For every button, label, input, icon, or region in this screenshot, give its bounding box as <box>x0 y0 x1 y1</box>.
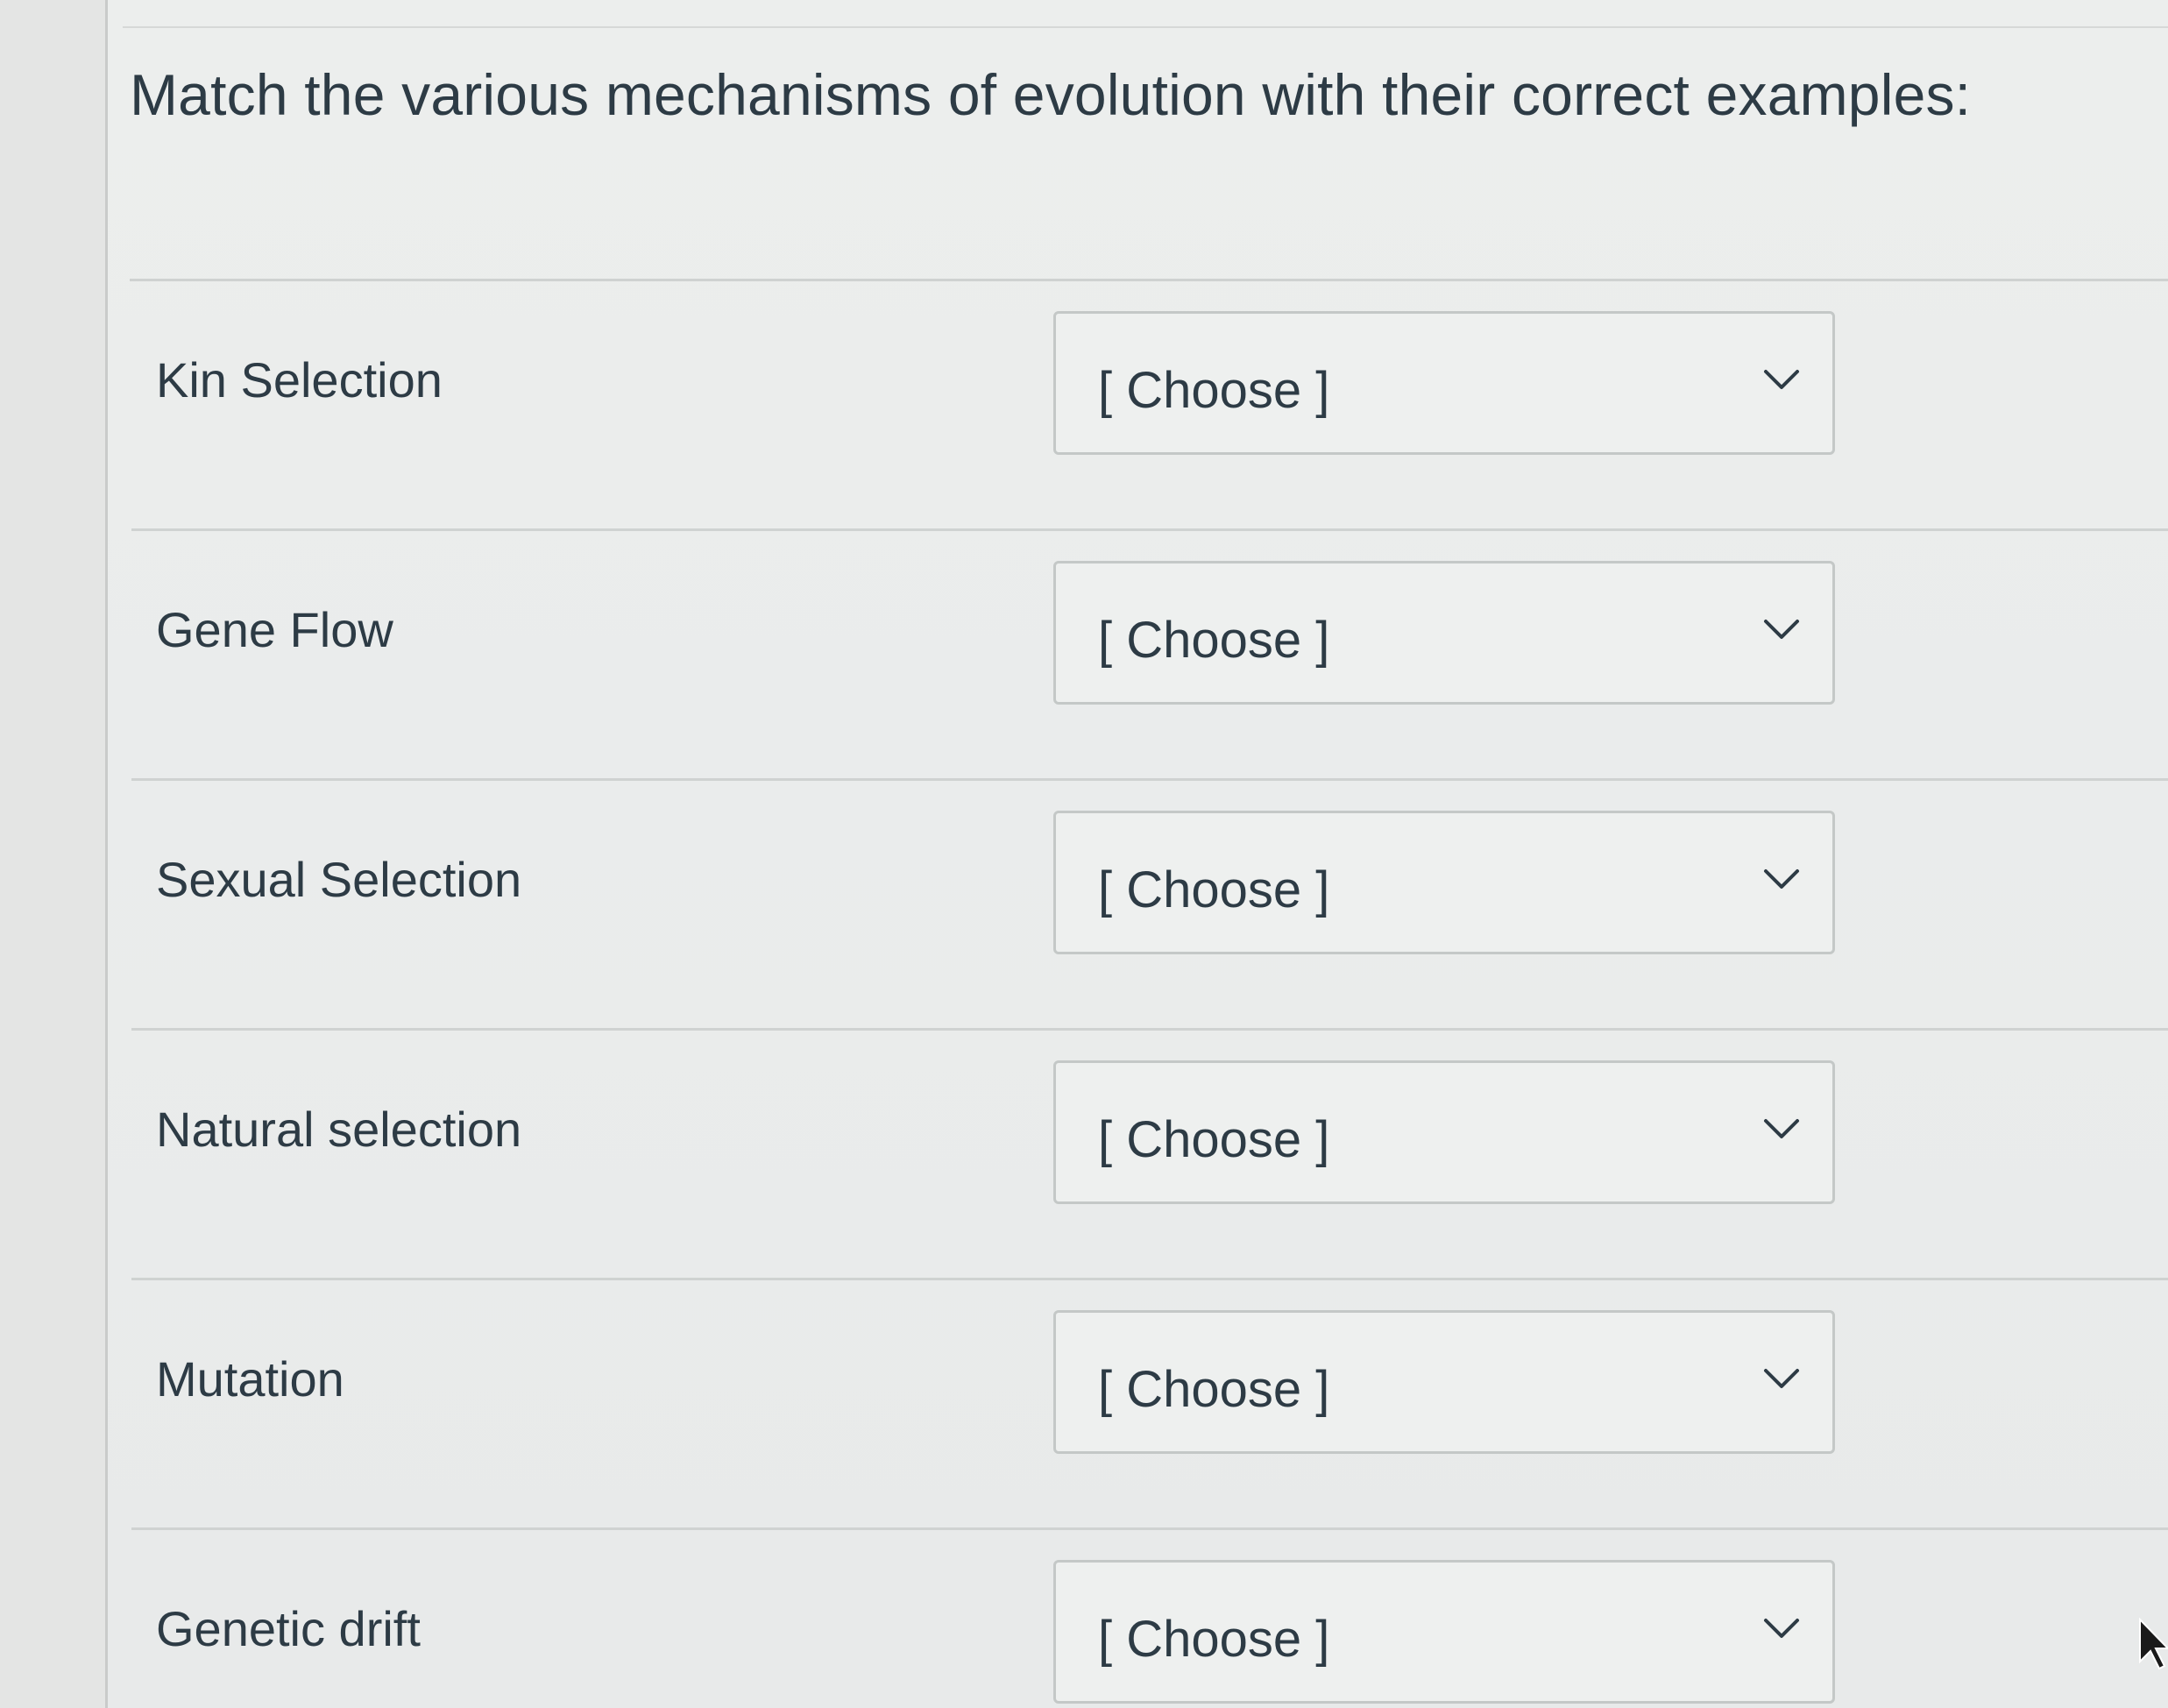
left-sidebar-rail <box>0 0 108 1708</box>
dropdown-selected-value: [ Choose ] <box>1098 612 1330 669</box>
mouse-cursor-icon <box>2139 1618 2168 1670</box>
match-row-mutation: Mutation [ Choose ] <box>131 1280 2168 1530</box>
answer-dropdown[interactable]: [ Choose ] <box>1053 811 1835 954</box>
answer-dropdown[interactable]: [ Choose ] <box>1053 311 1835 455</box>
match-row-label: Natural selection <box>156 1102 522 1157</box>
question-prompt: Match the various mechanisms of evolutio… <box>130 62 1972 127</box>
chevron-down-icon <box>1764 370 1799 389</box>
match-row-label: Sexual Selection <box>156 852 522 907</box>
chevron-down-icon <box>1764 1619 1799 1638</box>
quiz-page: Match the various mechanisms of evolutio… <box>0 0 2168 1708</box>
match-row-kin-selection: Kin Selection [ Choose ] <box>131 281 2168 531</box>
top-divider <box>123 26 2168 28</box>
chevron-down-icon <box>1764 1369 1799 1388</box>
match-row-label: Gene Flow <box>156 602 393 657</box>
chevron-down-icon <box>1764 620 1799 639</box>
dropdown-selected-value: [ Choose ] <box>1098 1111 1330 1168</box>
answer-dropdown[interactable]: [ Choose ] <box>1053 1560 1835 1704</box>
match-row-gene-flow: Gene Flow [ Choose ] <box>131 531 2168 781</box>
answer-dropdown[interactable]: [ Choose ] <box>1053 561 1835 705</box>
dropdown-selected-value: [ Choose ] <box>1098 1611 1330 1668</box>
answer-dropdown[interactable]: [ Choose ] <box>1053 1310 1835 1454</box>
chevron-down-icon <box>1764 869 1799 889</box>
answer-dropdown[interactable]: [ Choose ] <box>1053 1060 1835 1204</box>
match-row-label: Kin Selection <box>156 352 443 408</box>
dropdown-selected-value: [ Choose ] <box>1098 1361 1330 1418</box>
match-row-natural-selection: Natural selection [ Choose ] <box>131 1031 2168 1280</box>
match-row-genetic-drift: Genetic drift [ Choose ] <box>131 1530 2168 1708</box>
chevron-down-icon <box>1764 1119 1799 1138</box>
dropdown-selected-value: [ Choose ] <box>1098 362 1330 419</box>
match-row-label: Mutation <box>156 1351 344 1407</box>
match-row-sexual-selection: Sexual Selection [ Choose ] <box>131 781 2168 1031</box>
dropdown-selected-value: [ Choose ] <box>1098 861 1330 918</box>
match-row-label: Genetic drift <box>156 1601 421 1656</box>
